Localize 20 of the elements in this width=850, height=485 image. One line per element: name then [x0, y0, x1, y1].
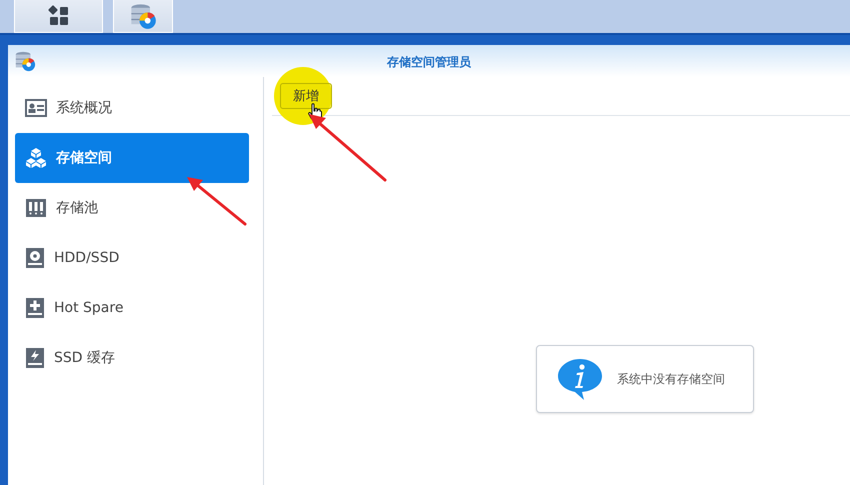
window-title: 存储空间管理员 [387, 54, 471, 71]
sidebar-item[interactable]: HDD/SSD [15, 233, 249, 283]
empty-message: 系统中没有存储空间 [617, 370, 725, 388]
sidebar-item[interactable]: 存储空间 [15, 133, 249, 183]
id-card-icon [25, 98, 47, 118]
sidebar-item[interactable]: SSD 缓存 [15, 333, 249, 383]
pool-icon [25, 198, 47, 218]
taskbar-button[interactable] [14, 0, 103, 33]
info-icon [557, 357, 603, 401]
storage-manager-icon[interactable] [14, 50, 36, 72]
sidebar-item[interactable]: 存储池 [15, 183, 249, 233]
lightning-drive-icon [25, 347, 45, 369]
apps-icon [48, 5, 70, 27]
sidebar-item[interactable]: 系统概况 [15, 83, 249, 133]
plus-drive-icon [25, 297, 45, 319]
add-button[interactable]: 新增 [280, 83, 332, 109]
storage-manager-icon[interactable] [129, 2, 157, 30]
arrow-annotation [187, 177, 246, 226]
cubes-icon [25, 147, 47, 169]
sidebar-item[interactable]: Hot Spare [15, 283, 249, 333]
